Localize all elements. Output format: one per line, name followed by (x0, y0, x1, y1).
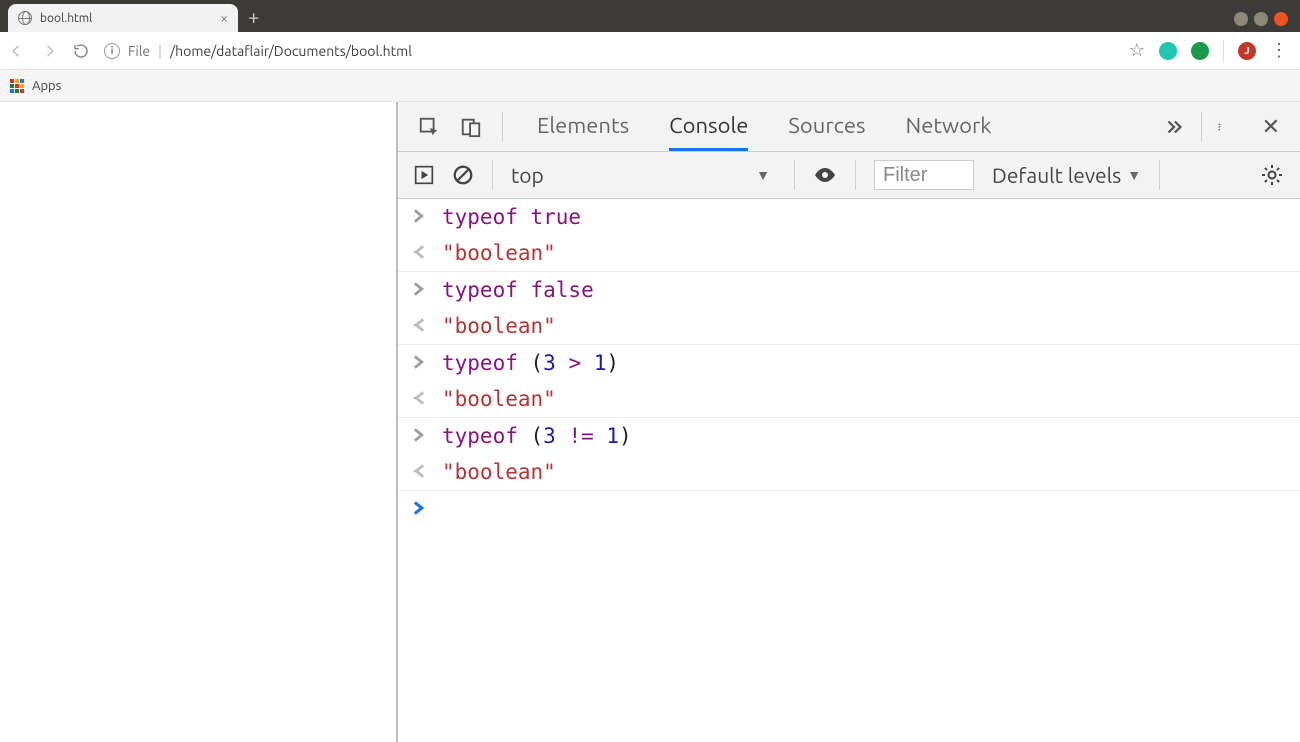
console-output-row: "boolean" (398, 454, 1300, 490)
tab-close-icon[interactable]: × (220, 10, 228, 26)
input-chevron-icon (412, 355, 428, 369)
tab-elements[interactable]: Elements (537, 102, 629, 151)
browser-tab[interactable]: bool.html × (8, 4, 238, 32)
console-input-code: typeof (3 != 1) (442, 424, 632, 448)
console-output-value: "boolean" (442, 387, 556, 411)
toolbar-right: ☆ J ⋮ (1129, 40, 1292, 62)
device-toolbar-icon[interactable] (460, 116, 482, 138)
bookmarks-bar: Apps (0, 70, 1300, 102)
input-chevron-icon (412, 282, 428, 296)
console-prompt-row[interactable] (398, 491, 1300, 521)
console-input-code: typeof true (442, 205, 581, 229)
log-level-select[interactable]: Default levels ▼ (992, 163, 1141, 187)
window-close-button[interactable] (1274, 12, 1288, 26)
new-tab-button[interactable]: + (238, 5, 269, 32)
window-titlebar: bool.html × + (0, 0, 1300, 32)
window-controls (1230, 12, 1292, 32)
extension-icon-grammarly[interactable] (1159, 42, 1177, 60)
devtools-close-icon[interactable]: ✕ (1242, 114, 1300, 140)
separator (855, 160, 856, 190)
console-output-value: "boolean" (442, 314, 556, 338)
tab-network[interactable]: Network (906, 102, 992, 151)
clear-console-icon[interactable] (452, 164, 474, 186)
console-input-row: typeof false (398, 272, 1300, 308)
execution-icon[interactable] (414, 165, 434, 185)
more-tabs-icon[interactable] (1147, 116, 1201, 138)
bookmark-star-icon[interactable]: ☆ (1129, 40, 1145, 61)
separator (1159, 160, 1160, 190)
console-output-value: "boolean" (442, 241, 556, 265)
log-level-label: Default levels (992, 163, 1121, 187)
prompt-chevron-icon (412, 501, 428, 515)
live-expression-icon[interactable] (813, 163, 837, 187)
tab-title: bool.html (40, 12, 212, 25)
separator (794, 160, 795, 190)
context-label: top (511, 163, 544, 187)
content-area: Elements Console Sources Network ✕ (0, 102, 1300, 742)
apps-icon[interactable] (10, 79, 24, 93)
console-settings-icon[interactable] (1260, 163, 1284, 187)
profile-avatar[interactable]: J (1238, 42, 1256, 60)
apps-label[interactable]: Apps (32, 79, 61, 93)
console-input-row: typeof (3 != 1) (398, 418, 1300, 454)
tab-strip: bool.html × + (8, 4, 1230, 32)
separator (492, 160, 493, 190)
avatar-letter: J (1244, 45, 1249, 56)
site-info-icon[interactable]: i (104, 43, 120, 59)
output-chevron-icon (412, 464, 428, 478)
console-output[interactable]: typeof true "boolean" typeof false "bool… (398, 199, 1300, 742)
input-chevron-icon (412, 209, 428, 223)
inspect-element-icon[interactable] (418, 116, 440, 138)
dropdown-icon: ▼ (1127, 167, 1141, 183)
extension-icon-green[interactable] (1191, 42, 1209, 60)
console-input-row: typeof true (398, 199, 1300, 235)
console-entry: typeof (3 != 1) "boolean" (398, 418, 1300, 491)
console-entry: typeof false "boolean" (398, 272, 1300, 345)
address-bar[interactable]: i File | /home/dataflair/Documents/bool.… (104, 43, 1115, 59)
console-entry: typeof true "boolean" (398, 199, 1300, 272)
browser-menu-icon[interactable]: ⋮ (1270, 40, 1288, 61)
tab-console[interactable]: Console (669, 102, 748, 151)
tab-sources[interactable]: Sources (788, 102, 865, 151)
forward-button[interactable] (40, 42, 58, 60)
console-output-row: "boolean" (398, 308, 1300, 344)
console-input-row: typeof (3 > 1) (398, 345, 1300, 381)
url-path: /home/dataflair/Documents/bool.html (170, 43, 412, 59)
window-maximize-button[interactable] (1254, 12, 1268, 26)
url-scheme: File (128, 43, 150, 59)
toolbar-separator (1223, 40, 1224, 62)
browser-toolbar: i File | /home/dataflair/Documents/bool.… (0, 32, 1300, 70)
globe-icon (18, 11, 32, 25)
console-output-value: "boolean" (442, 460, 556, 484)
console-input-code: typeof (3 > 1) (442, 351, 619, 375)
input-chevron-icon (412, 428, 428, 442)
console-input-code: typeof false (442, 278, 594, 302)
devtools-tabbar: Elements Console Sources Network ✕ (398, 102, 1300, 152)
window-minimize-button[interactable] (1234, 12, 1248, 26)
execution-context-select[interactable]: top ▼ (511, 163, 776, 187)
console-output-row: "boolean" (398, 381, 1300, 417)
devtools-menu-icon[interactable] (1202, 116, 1242, 138)
console-entry: typeof (3 > 1) "boolean" (398, 345, 1300, 418)
reload-button[interactable] (72, 42, 90, 60)
devtools-panel: Elements Console Sources Network ✕ (398, 102, 1300, 742)
url-separator: | (158, 43, 162, 59)
output-chevron-icon (412, 318, 428, 332)
dropdown-icon: ▼ (756, 167, 770, 183)
page-viewport (0, 102, 398, 742)
console-toolbar: top ▼ Default levels ▼ (398, 152, 1300, 199)
console-output-row: "boolean" (398, 235, 1300, 271)
output-chevron-icon (412, 391, 428, 405)
devtools-tabs: Elements Console Sources Network (503, 102, 1147, 151)
back-button[interactable] (8, 42, 26, 60)
output-chevron-icon (412, 245, 428, 259)
filter-input[interactable] (874, 160, 974, 190)
